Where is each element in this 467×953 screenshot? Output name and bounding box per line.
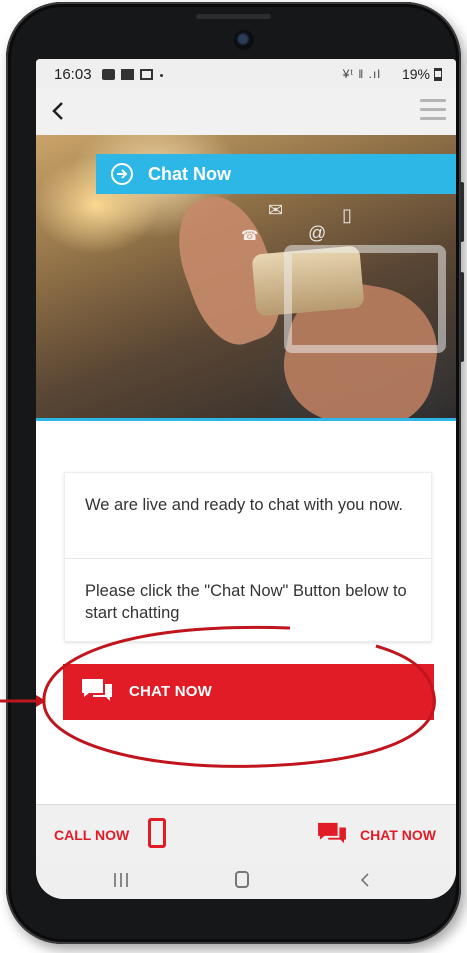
hamburger-menu-icon[interactable]: [420, 99, 446, 123]
chat-bubbles-icon[interactable]: [317, 821, 347, 847]
chat-info-card: We are live and ready to chat with you n…: [64, 472, 432, 642]
app-notification-icon: [140, 69, 153, 80]
instruction-message: Please click the "Chat Now" Button below…: [85, 582, 407, 622]
message-notification-icon: [102, 69, 115, 80]
phone-handset-icon: ☎: [241, 227, 259, 243]
envelope-icon: ✉: [268, 200, 284, 220]
call-now-link[interactable]: CALL NOW: [54, 827, 129, 843]
at-sign-icon: @: [308, 223, 327, 243]
chat-bubble-outline: [284, 245, 446, 353]
more-notifications-dot: [160, 74, 163, 77]
card-divider: [65, 558, 431, 559]
battery-icon: [434, 68, 442, 81]
front-camera: [234, 30, 254, 50]
app-screen: 16:03 ¥ᵗ ‖ .ıl 19% ✉ @ ▯ ☎ Chat Now We a…: [36, 59, 456, 899]
recent-apps-icon[interactable]: [114, 873, 130, 887]
chat-now-banner[interactable]: Chat Now: [96, 154, 456, 194]
status-bar: 16:03 ¥ᵗ ‖ .ıl 19%: [36, 59, 456, 89]
system-navigation-bar: [36, 862, 456, 899]
gallery-notification-icon: [121, 69, 134, 80]
power-button: [460, 272, 464, 362]
chat-now-button[interactable]: CHAT NOW: [63, 664, 434, 720]
app-header: [36, 89, 456, 135]
battery-percent: 19%: [401, 66, 430, 82]
chat-bubbles-icon: [82, 679, 112, 701]
volume-button: [460, 182, 464, 242]
chat-now-button-label: CHAT NOW: [129, 683, 212, 700]
bottom-action-bar: CALL NOW CHAT NOW: [36, 804, 456, 862]
home-icon[interactable]: [235, 871, 249, 888]
tablet-icon: ▯: [342, 205, 352, 225]
speaker-grille: [196, 14, 271, 19]
live-message: We are live and ready to chat with you n…: [85, 496, 403, 514]
banner-label: Chat Now: [148, 164, 231, 184]
circle-arrow-right-icon: [111, 163, 133, 185]
hero-image: ✉ @ ▯ ☎ Chat Now: [36, 135, 456, 418]
status-time: 16:03: [54, 66, 92, 83]
phone-frame: 16:03 ¥ᵗ ‖ .ıl 19% ✉ @ ▯ ☎ Chat Now We a…: [6, 2, 464, 944]
signal-indicator: ¥ᵗ ‖ .ıl: [342, 67, 381, 81]
system-back-icon[interactable]: [358, 872, 372, 888]
chat-now-link[interactable]: CHAT NOW: [360, 827, 436, 843]
mobile-phone-icon[interactable]: [148, 818, 166, 848]
chevron-left-icon[interactable]: [44, 96, 74, 126]
hero-divider: [36, 418, 456, 421]
